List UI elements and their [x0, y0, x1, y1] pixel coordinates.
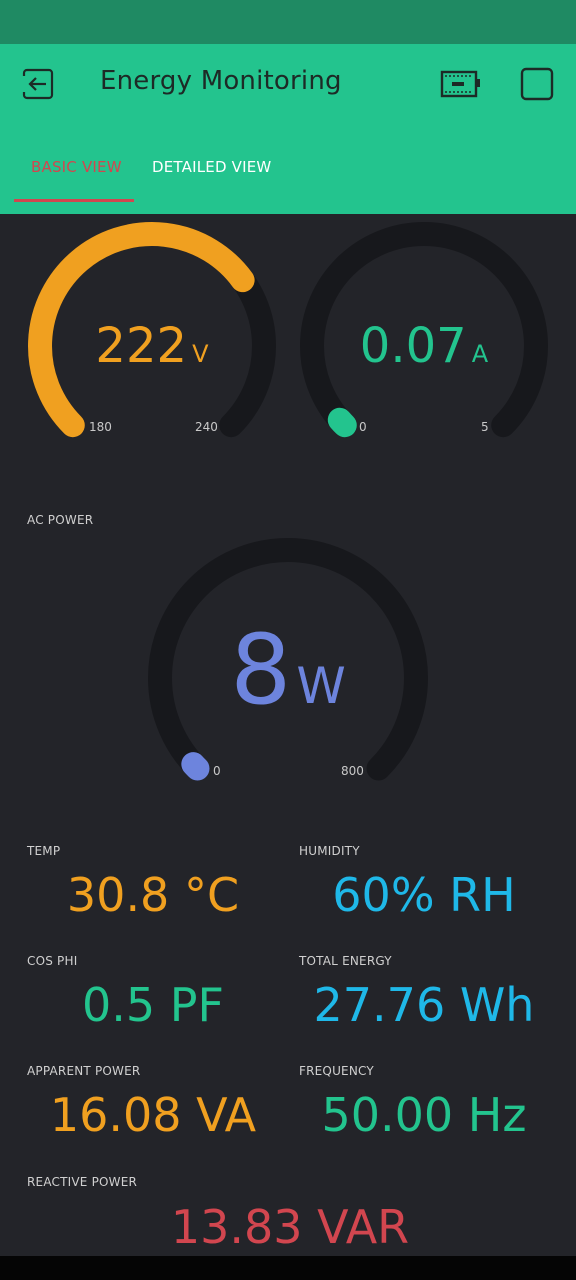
apparent-power-value: 16.08 VA: [49, 1088, 257, 1142]
current-value: 0.07: [359, 318, 467, 374]
power-min-label: 0: [213, 764, 221, 778]
humidity-value: 60% RH: [332, 868, 516, 922]
frequency-value: 50.00 Hz: [321, 1088, 527, 1142]
current-value-group: 0.07 A: [324, 318, 524, 374]
total-energy-label: TOTAL ENERGY: [299, 954, 392, 968]
voltage-unit: V: [192, 340, 209, 368]
cos-phi-value: 0.5 PF: [82, 978, 224, 1032]
power-value-group: 8 W: [188, 622, 388, 718]
voltage-max-label: 240: [195, 420, 218, 434]
voltage-value: 222: [95, 318, 188, 374]
voltage-min-label: 180: [89, 420, 112, 434]
current-gauge-fill: [327, 407, 357, 438]
temp-label: TEMP: [27, 844, 61, 858]
reactive-power-value: 13.83 VAR: [170, 1200, 410, 1254]
system-nav-bar: [0, 1256, 576, 1280]
ac-power-label: AC POWER: [27, 513, 94, 527]
apparent-power-label: APPARENT POWER: [27, 1064, 141, 1078]
total-energy-value: 27.76 Wh: [313, 978, 535, 1032]
power-unit: W: [296, 657, 346, 715]
current-min-label: 0: [359, 420, 367, 434]
voltage-value-group: 222 V: [52, 318, 252, 374]
temp-value: 30.8 °C: [66, 868, 240, 922]
frequency-label: FREQUENCY: [299, 1064, 374, 1078]
power-max-label: 800: [341, 764, 364, 778]
cos-phi-label: COS PHI: [27, 954, 78, 968]
power-value: 8: [230, 614, 292, 726]
reactive-power-label: REACTIVE POWER: [27, 1175, 138, 1189]
humidity-label: HUMIDITY: [299, 844, 360, 858]
current-unit: A: [471, 340, 489, 368]
current-max-label: 5: [481, 420, 489, 434]
power-gauge-fill: [181, 752, 210, 781]
